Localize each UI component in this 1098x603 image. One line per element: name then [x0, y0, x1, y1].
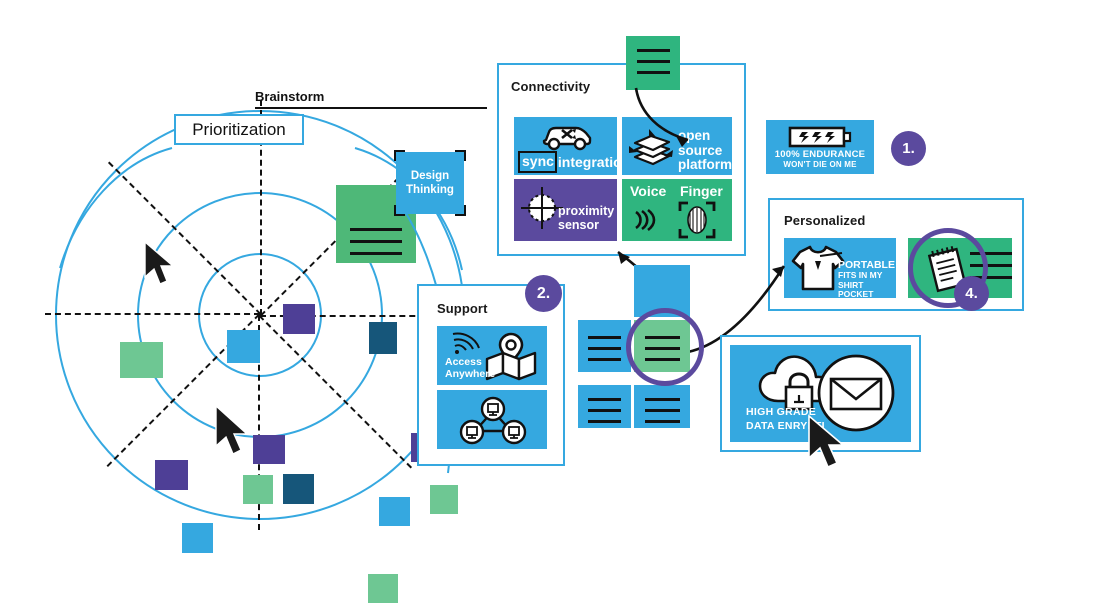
portable-line2: FITS IN MY — [838, 270, 883, 280]
brainstorm-label: Brainstorm — [255, 89, 325, 104]
note-card-line — [588, 409, 621, 412]
network-nodes-icon — [459, 396, 527, 445]
note-card-line — [588, 398, 621, 401]
top-green-note-card — [626, 36, 680, 90]
badge-2: 2. — [525, 275, 562, 312]
radar-sticky-note[interactable] — [368, 574, 398, 603]
note-card-line — [588, 358, 621, 361]
access-anywhere-label: Access Anywhere — [445, 356, 496, 380]
note-card-line — [588, 347, 621, 350]
arrow-top-to-opensource — [634, 87, 689, 147]
corner-bracket-tl — [394, 150, 405, 161]
note-card[interactable] — [578, 385, 631, 428]
cursor-arrow-encryption — [808, 414, 846, 469]
finger-label: Finger — [680, 183, 723, 199]
tile-endurance[interactable]: 100% ENDURANCE WON'T DIE ON ME — [766, 120, 874, 174]
support-title: Support — [437, 301, 488, 316]
voice-wave-icon — [635, 208, 656, 232]
brainstorm-underline — [255, 107, 487, 109]
note-card-line — [645, 409, 680, 412]
badge-1: 1. — [891, 131, 926, 166]
connectivity-title: Connectivity — [511, 79, 591, 94]
car-sync-icon — [542, 126, 592, 151]
battery-icon — [788, 126, 852, 148]
personalized-title: Personalized — [784, 213, 866, 228]
integration-label: integration — [557, 154, 631, 170]
fingerprint-icon — [678, 201, 716, 239]
tile-proximity-sensor[interactable]: proximity sensor — [514, 179, 617, 241]
sync-label: sync — [518, 151, 557, 173]
signal-wave-icon — [452, 332, 480, 354]
note-card[interactable] — [578, 320, 631, 372]
corner-bracket-tr — [455, 150, 466, 161]
note-card-line — [645, 398, 680, 401]
endurance-line2: WON'T DIE ON ME — [783, 160, 857, 169]
tile-access-anywhere[interactable]: Access Anywhere — [437, 326, 547, 385]
note-card-line — [588, 336, 621, 339]
tile-voice-finger[interactable]: Voice Finger — [622, 179, 732, 241]
note-card-line — [588, 420, 621, 423]
portable-line3: SHIRT POCKET — [838, 280, 874, 300]
badge-4: 4. — [954, 276, 989, 311]
design-thinking-line1: Design — [410, 170, 450, 182]
endurance-line1: 100% ENDURANCE — [774, 149, 866, 160]
note-grid-highlight-circle — [626, 308, 704, 386]
tile-network[interactable] — [437, 390, 547, 449]
note-card-line — [645, 420, 680, 423]
design-thinking-line2: Thinking — [406, 184, 454, 196]
voice-label: Voice — [630, 183, 667, 199]
proximity-sensor-label: proximity sensor — [558, 204, 615, 232]
tile-sync-integration[interactable]: sync integration — [514, 117, 630, 175]
note-card[interactable] — [634, 385, 690, 428]
tile-portable[interactable]: PORTABLE FITS IN MY SHIRT POCKET — [784, 238, 896, 300]
